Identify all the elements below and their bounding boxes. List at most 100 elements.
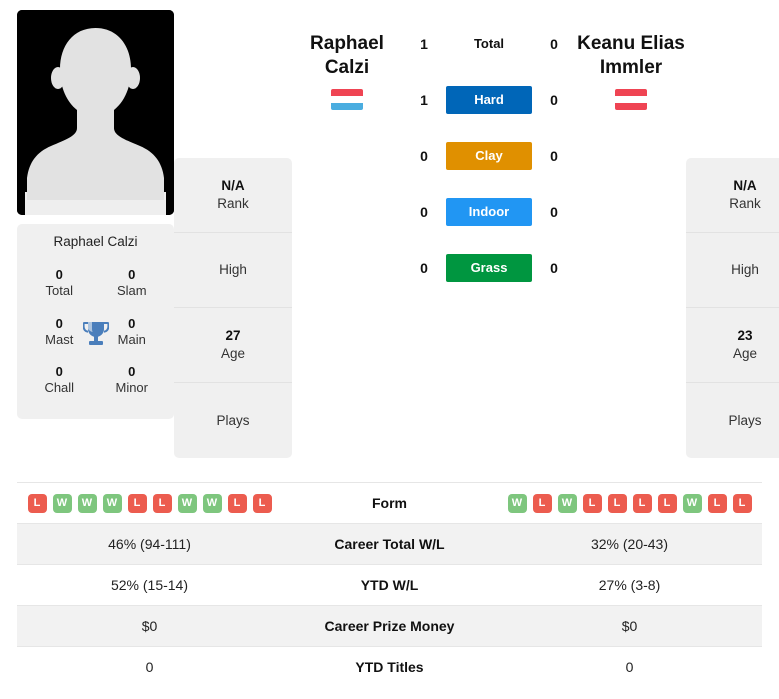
left-ytd-wl: 52% (15-14) <box>110 577 189 593</box>
left-age-row: 27 Age <box>174 308 292 383</box>
left-titles-chall: 0 Chall <box>23 358 96 407</box>
head-to-head-column: Raphael Calzi 1 Total 0 1 Hard 0 0 Clay … <box>292 10 686 296</box>
right-score: 0 <box>550 204 558 220</box>
left-rank-row: N/A Rank <box>174 158 292 233</box>
left-titles-minor: 0 Minor <box>96 358 169 407</box>
left-career-prize-money: $0 <box>141 618 158 634</box>
form-badge-l: L <box>152 493 172 513</box>
label: Age <box>220 346 246 361</box>
right-form-cell: WLWLLLLWLL <box>497 483 762 524</box>
label: High <box>731 262 759 278</box>
left-score: 1 <box>420 36 428 52</box>
left-plays-row: Plays <box>174 383 292 458</box>
right-career-prize-money: $0 <box>621 618 638 634</box>
label: Rank <box>729 196 761 211</box>
row-label-ytd-titles: YTD Titles <box>355 659 424 675</box>
trophy-icon <box>82 321 109 345</box>
h2h-row-clay: 0 Clay 0 <box>402 128 576 184</box>
left-player-name: Raphael Calzi <box>310 33 384 78</box>
label: Plays <box>216 412 250 428</box>
surface-button-hard[interactable]: Hard <box>446 85 532 115</box>
form-badge-w: W <box>202 493 222 513</box>
form-badge-l: L <box>657 493 677 513</box>
h2h-row-hard: 1 Hard 0 <box>402 72 576 128</box>
left-form-cell: LWWWLLWWLL <box>17 483 282 524</box>
right-score: 0 <box>550 92 558 108</box>
right-score: 0 <box>550 36 558 52</box>
surface-button-clay[interactable]: Clay <box>446 141 532 171</box>
left-titles-player-name: Raphael Calzi <box>53 234 138 249</box>
form-badge-l: L <box>632 493 652 513</box>
form-badge-w: W <box>177 493 197 513</box>
table-row-career-prize-money: $0 Career Prize Money $0 <box>17 605 762 647</box>
h2h-row-total: 1 Total 0 <box>402 16 576 72</box>
right-ytd-titles: 0 <box>625 659 634 675</box>
form-badge-l: L <box>252 493 272 513</box>
left-info-card: N/A Rank High 27 Age Plays <box>174 158 292 458</box>
form-badge-w: W <box>682 493 702 513</box>
form-badge-l: L <box>582 493 602 513</box>
label: Total <box>45 283 73 299</box>
label: Minor <box>115 380 148 396</box>
player-comparison-page: Raphael Calzi 0 Total 0 Slam 0 Mast 0 Ma… <box>0 0 779 699</box>
left-career-total-wl: 46% (94-111) <box>108 536 191 552</box>
right-age-row: 23 Age <box>686 308 779 383</box>
row-label-form: Form <box>372 495 407 511</box>
right-career-total-wl: 32% (20-43) <box>590 536 669 552</box>
right-ytd-wl: 27% (3-8) <box>598 577 661 593</box>
h2h-row-indoor: 0 Indoor 0 <box>402 184 576 240</box>
left-form-strip: LWWWLLWWLL <box>23 493 276 513</box>
right-form-strip: WLWLLLLWLL <box>503 493 756 513</box>
label: Slam <box>116 283 147 299</box>
value: 0 <box>128 364 136 379</box>
right-score: 0 <box>550 148 558 164</box>
table-row-career-total-wl: 46% (94-111) Career Total W/L 32% (20-43… <box>17 523 762 565</box>
left-titles-total: 0 Total <box>23 261 96 310</box>
label: Plays <box>728 412 762 428</box>
label: High <box>219 262 247 278</box>
form-badge-l: L <box>27 493 47 513</box>
left-high-row: High <box>174 233 292 308</box>
form-badge-w: W <box>507 493 527 513</box>
table-row-ytd-titles: 0 YTD Titles 0 <box>17 646 762 687</box>
left-titles-slam: 0 Slam <box>96 261 169 310</box>
left-titles-card: Raphael Calzi 0 Total 0 Slam 0 Mast 0 Ma… <box>17 224 174 419</box>
row-label-career-prize-money: Career Prize Money <box>324 618 455 634</box>
h2h-row-grass: 0 Grass 0 <box>402 240 576 296</box>
label: Rank <box>217 196 249 211</box>
right-player-name-block: Keanu Elias Immler <box>576 10 686 110</box>
value: 0 <box>55 364 63 379</box>
form-badge-l: L <box>732 493 752 513</box>
left-ytd-titles: 0 <box>145 659 154 675</box>
surface-label-total: Total <box>473 35 505 51</box>
right-player-info-column: N/A Rank High 23 Age Plays <box>686 10 779 458</box>
right-high-row: High <box>686 233 779 308</box>
value: 0 <box>55 267 63 282</box>
right-rank-row: N/A Rank <box>686 158 779 233</box>
right-score: 0 <box>550 260 558 276</box>
left-player-info-column: N/A Rank High 27 Age Plays <box>174 10 292 458</box>
form-badge-l: L <box>227 493 247 513</box>
row-label-career-total-wl: Career Total W/L <box>334 536 445 552</box>
right-player-name: Keanu Elias Immler <box>577 33 685 78</box>
value: 27 <box>225 328 241 344</box>
form-badge-w: W <box>557 493 577 513</box>
value: N/A <box>733 178 757 194</box>
surface-score-stack: 1 Total 0 1 Hard 0 0 Clay 0 0 Indoor 0 0… <box>402 10 576 296</box>
form-badge-w: W <box>102 493 122 513</box>
surface-button-indoor[interactable]: Indoor <box>446 197 532 227</box>
left-titles-grid: 0 Total 0 Slam 0 Mast 0 Main 0 Chall 0 M… <box>23 261 168 407</box>
left-score: 0 <box>420 260 428 276</box>
right-plays-row: Plays <box>686 383 779 458</box>
stats-comparison-table: LWWWLLWWLL Form WLWLLLLWLL 46% (94-111) … <box>17 482 762 687</box>
right-player-flag <box>615 88 647 110</box>
form-badge-w: W <box>52 493 72 513</box>
left-score: 1 <box>420 92 428 108</box>
value: N/A <box>221 178 245 194</box>
left-player-flag <box>331 88 363 110</box>
value: 0 <box>128 267 136 282</box>
surface-button-grass[interactable]: Grass <box>446 253 532 283</box>
left-player-media-column: Raphael Calzi 0 Total 0 Slam 0 Mast 0 Ma… <box>17 10 174 419</box>
form-badge-l: L <box>607 493 627 513</box>
table-row-ytd-wl: 52% (15-14) YTD W/L 27% (3-8) <box>17 564 762 606</box>
